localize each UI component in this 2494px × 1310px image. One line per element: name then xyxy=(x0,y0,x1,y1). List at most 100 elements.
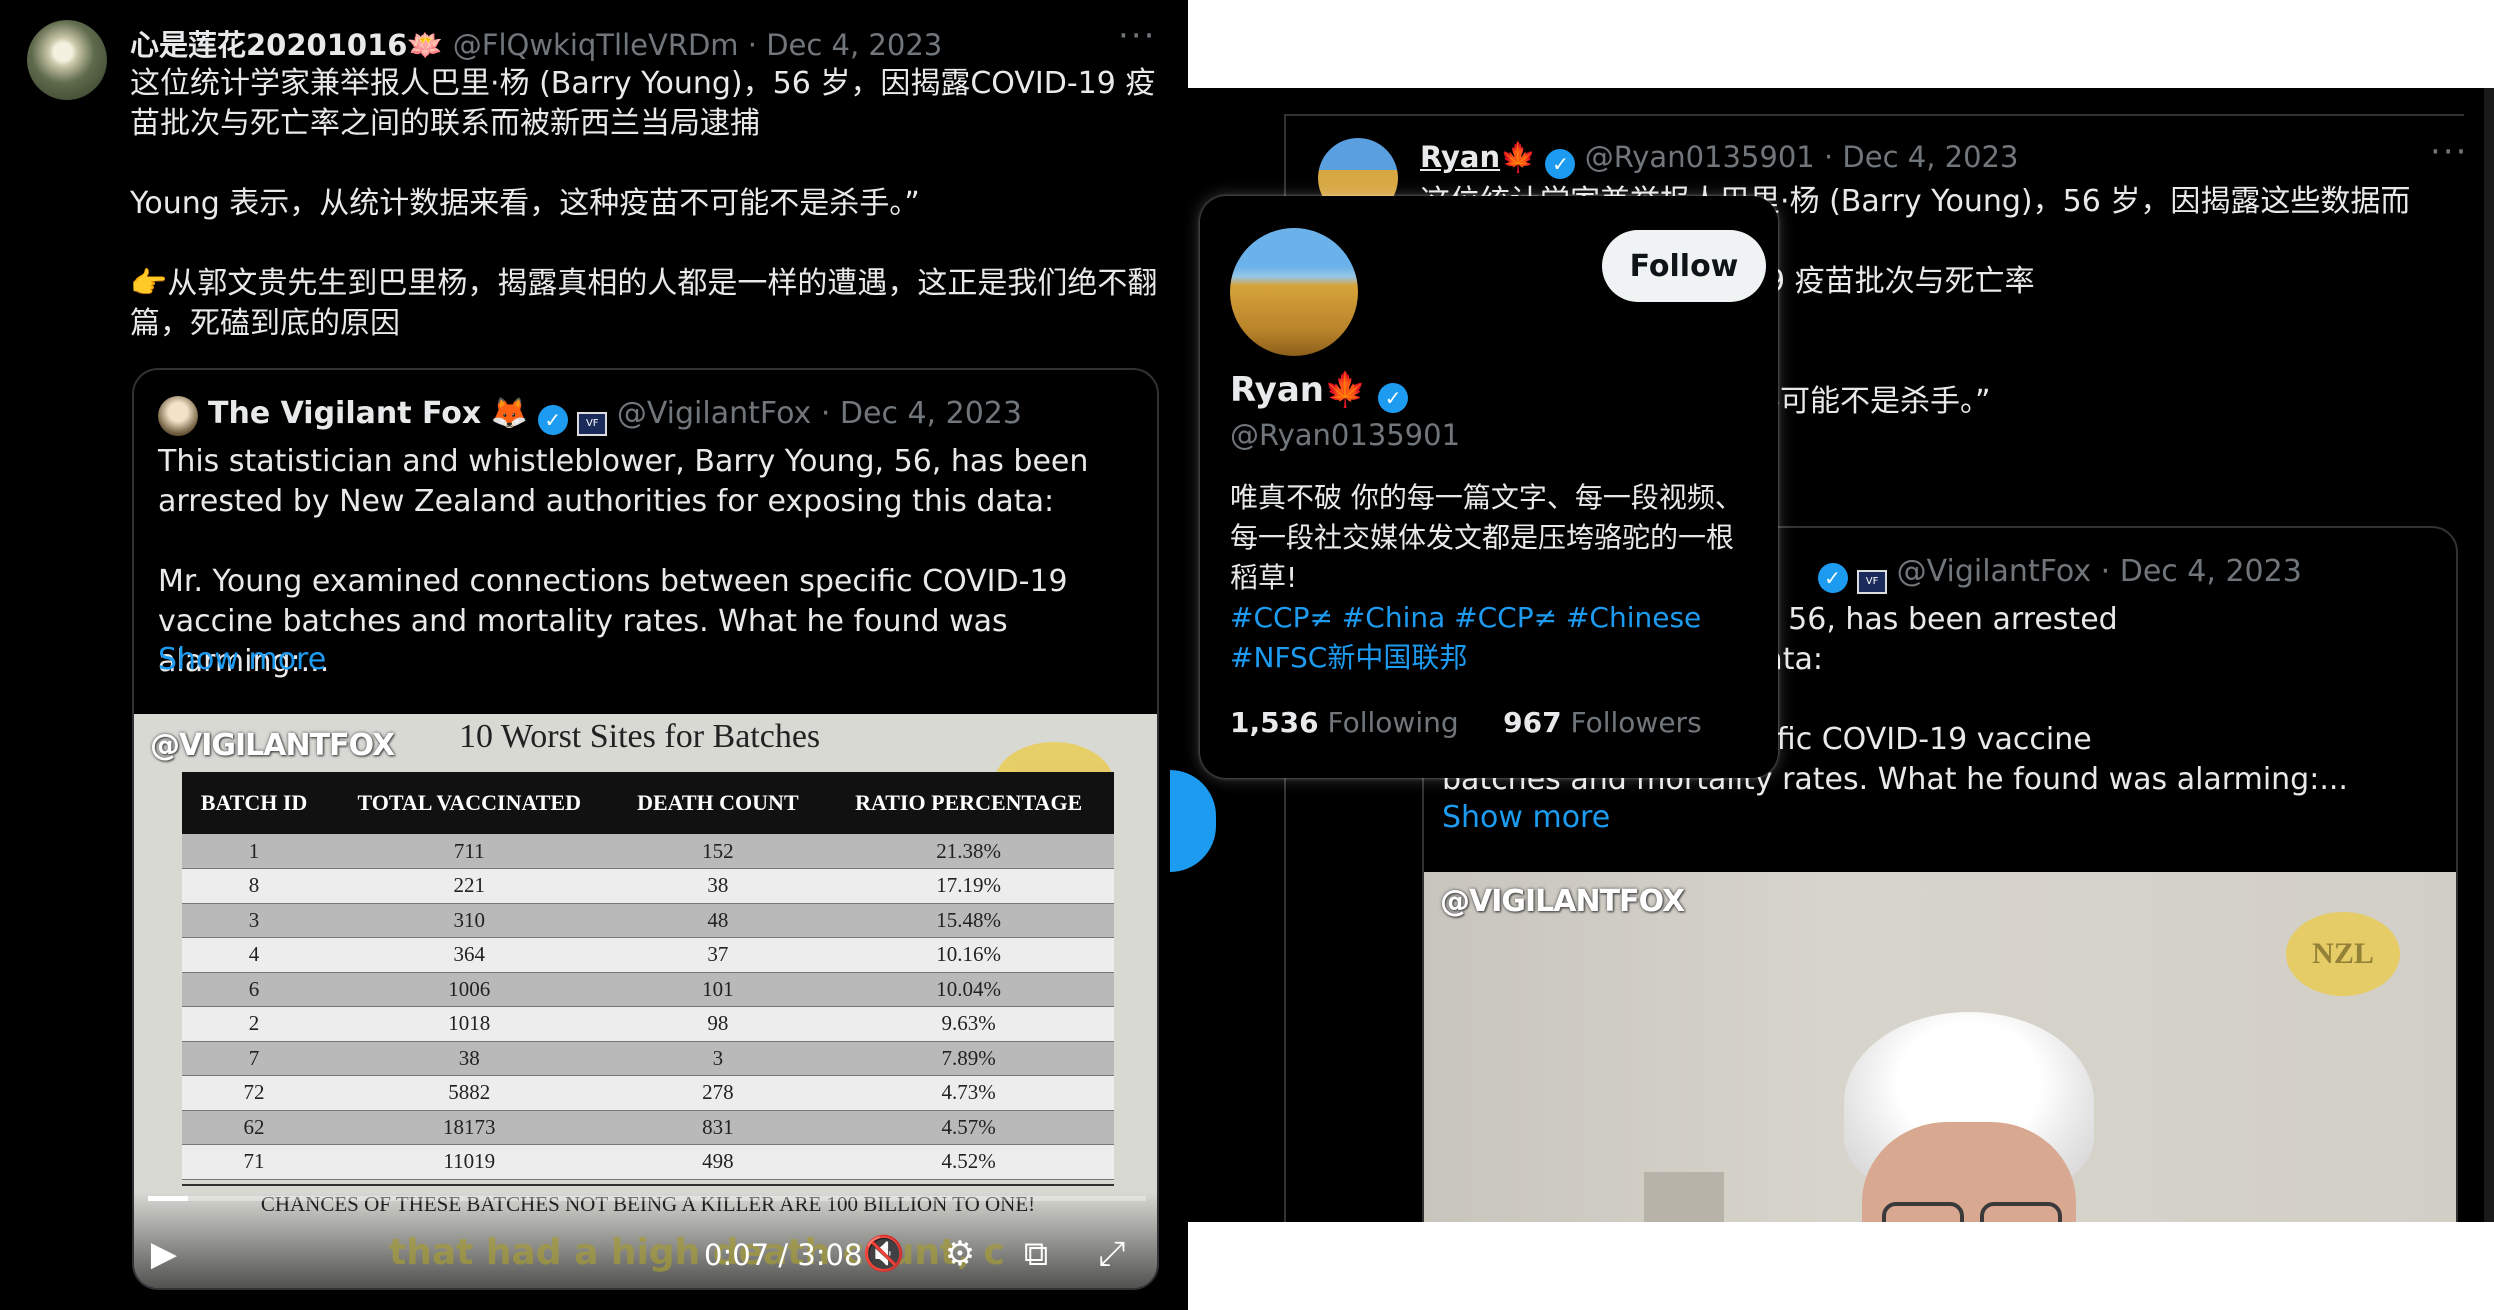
timestamp[interactable]: · Dec 4, 2023 xyxy=(748,28,942,62)
video-caption: that had a high death count, c xyxy=(389,1232,1005,1273)
following-count: 1,536 xyxy=(1230,706,1319,739)
avatar[interactable] xyxy=(27,20,107,100)
profile-bio: 唯真不破 你的每一篇文字、每一段视频、每一段社交媒体发文都是压垮骆驼的一根稻草!… xyxy=(1230,478,1760,678)
table-row: 1 711 152 21.38% xyxy=(182,834,1114,869)
verified-badge-icon: ✓ xyxy=(1378,383,1409,413)
followers-link[interactable]: 967 Followers xyxy=(1503,706,1702,739)
table-cell: 10.04% xyxy=(823,972,1114,1007)
profile-hover-card: Follow Ryan🍁 ✓ @Ryan0135901 唯真不破 你的每一篇文字… xyxy=(1200,196,1778,778)
verified-badge-icon: ✓ xyxy=(1545,149,1576,179)
quote-header: The Vigilant Fox 🦊 ✓ VF @VigilantFox · D… xyxy=(208,396,1022,436)
table-cell: 5882 xyxy=(326,1075,613,1111)
table-header-cell: DEATH COUNT xyxy=(612,772,824,834)
table-cell: 4.52% xyxy=(823,1144,1114,1180)
handle[interactable]: @VigilantFox xyxy=(1897,554,2091,589)
show-more-link[interactable]: Show more xyxy=(158,642,326,677)
maple-leaf-icon: 🍁 xyxy=(1500,140,1537,174)
table-cell: 101 xyxy=(612,972,824,1007)
table-header-cell: BATCH ID xyxy=(182,772,327,834)
timestamp[interactable]: · Dec 4, 2023 xyxy=(2101,554,2302,589)
display-name[interactable]: Ryan xyxy=(1420,140,1500,174)
table-cell: 4.57% xyxy=(823,1110,1114,1145)
video-watermark: @VIGILANTFOX xyxy=(150,728,395,763)
table-cell: 21.38% xyxy=(823,834,1114,869)
fullscreen-icon[interactable]: ⤢ xyxy=(1090,1232,1134,1276)
video-person xyxy=(1824,1012,2114,1222)
video-player[interactable]: @VIGILANTFOX NZL xyxy=(1424,872,2456,1222)
left-tweet: 心是莲花20201016🪷 @FlQwkiqTlleVRDm · Dec 4, … xyxy=(0,0,1188,1310)
table-cell: 2 xyxy=(182,1006,327,1042)
following-label: Following xyxy=(1327,706,1459,739)
table-row: 6 1006 101 10.04% xyxy=(182,972,1114,1007)
maple-leaf-icon: 🍁 xyxy=(1323,370,1367,410)
timestamp[interactable]: · Dec 4, 2023 xyxy=(821,396,1022,431)
followers-count: 967 xyxy=(1503,706,1562,739)
scrollbar[interactable] xyxy=(2484,88,2494,1222)
quote-tweet-card[interactable]: The Vigilant Fox 🦊 ✓ VF @VigilantFox · D… xyxy=(132,368,1159,1290)
table-cell: 98 xyxy=(612,1006,824,1042)
table-row: 72 5882 278 4.73% xyxy=(182,1075,1114,1111)
follow-button[interactable]: Follow xyxy=(1602,230,1766,302)
table-cell: 71 xyxy=(182,1144,327,1180)
video-table-title: 10 Worst Sites for Batches xyxy=(459,718,821,755)
nzl-logo: NZL xyxy=(2286,912,2400,996)
table-cell: 3 xyxy=(612,1041,824,1076)
profile-stats: 1,536 Following 967 Followers xyxy=(1230,706,1702,739)
more-options-icon[interactable]: ··· xyxy=(2430,132,2468,172)
show-more-link[interactable]: Show more xyxy=(1442,800,1610,835)
table-cell: 11019 xyxy=(326,1144,613,1180)
play-icon[interactable]: ▶ xyxy=(142,1232,186,1276)
verified-badge-icon: ✓ xyxy=(537,405,568,435)
avatar[interactable] xyxy=(158,396,198,436)
table-cell: 38 xyxy=(326,1041,613,1076)
bio-hashtags[interactable]: #CCP≠ #China #CCP≠ #Chinese #NFSC新中国联邦 xyxy=(1230,598,1760,678)
bio-text: 唯真不破 你的每一篇文字、每一段视频、每一段社交媒体发文都是压垮骆驼的一根稻草! xyxy=(1230,481,1743,594)
handle[interactable]: @Ryan0135901 xyxy=(1585,140,1815,174)
avatar[interactable] xyxy=(1230,228,1358,356)
handle[interactable]: @VigilantFox xyxy=(617,396,811,431)
profile-handle[interactable]: @Ryan0135901 xyxy=(1230,418,1460,452)
display-name[interactable]: Ryan xyxy=(1230,370,1324,410)
table-row: 3 310 48 15.48% xyxy=(182,903,1114,938)
table-cell: 48 xyxy=(612,903,824,938)
video-time: 0:07 / 3:08 xyxy=(704,1238,863,1272)
more-options-icon[interactable]: ··· xyxy=(1118,16,1156,56)
tweet-header: 心是莲花20201016🪷 @FlQwkiqTlleVRDm · Dec 4, … xyxy=(130,22,942,64)
table-cell: 7 xyxy=(182,1041,327,1076)
picture-in-picture-icon[interactable]: ⧉ xyxy=(1014,1232,1058,1276)
table-row: 7 38 3 7.89% xyxy=(182,1041,1114,1076)
table-row: 8 221 38 17.19% xyxy=(182,868,1114,904)
table-cell: 72 xyxy=(182,1075,327,1111)
display-name[interactable]: 心是莲花20201016🪷 xyxy=(130,28,444,62)
gear-icon[interactable]: ⚙ xyxy=(938,1232,982,1276)
followers-label: Followers xyxy=(1570,706,1702,739)
table-row: 4 364 37 10.16% xyxy=(182,937,1114,973)
table-cell: 1018 xyxy=(326,1006,613,1042)
table-cell: 62 xyxy=(182,1110,327,1145)
table-cell: 38 xyxy=(612,868,824,904)
mute-icon[interactable]: 🔇 xyxy=(862,1232,906,1276)
handle[interactable]: @FlQwkiqTlleVRDm xyxy=(453,28,739,62)
batch-table: BATCH ID TOTAL VACCINATED DEATH COUNT RATIO… xyxy=(182,772,1114,1180)
video-player[interactable]: @VIGILANTFOX 10 Worst Sites for Batches … xyxy=(134,714,1157,1288)
following-link[interactable]: 1,536 Following xyxy=(1230,706,1459,739)
timestamp[interactable]: · Dec 4, 2023 xyxy=(1824,140,2018,174)
table-cell: 831 xyxy=(612,1110,824,1145)
table-cell: 6 xyxy=(182,972,327,1007)
table-header-row: BATCH ID TOTAL VACCINATED DEATH COUNT RATIO… xyxy=(182,772,1114,834)
verified-badge-icon: ✓ xyxy=(1817,563,1848,593)
video-controls: that had a high death count, c ▶ 0:07 / … xyxy=(134,1192,1157,1288)
table-cell: 4 xyxy=(182,937,327,973)
table-cell: 7.89% xyxy=(823,1041,1114,1076)
table-cell: 37 xyxy=(612,937,824,973)
table-cell: 15.48% xyxy=(823,903,1114,938)
table-cell: 1 xyxy=(182,834,327,869)
video-progress-bar[interactable] xyxy=(148,1196,1146,1201)
table-cell: 3 xyxy=(182,903,327,938)
affiliate-logo-icon: VF xyxy=(577,412,608,436)
display-name[interactable]: The Vigilant Fox xyxy=(208,396,481,431)
table-row: 2 1018 98 9.63% xyxy=(182,1006,1114,1042)
table-cell: 310 xyxy=(326,903,613,938)
table-cell: 4.73% xyxy=(823,1075,1114,1111)
table-header-cell: TOTAL VACCINATED xyxy=(326,772,613,834)
